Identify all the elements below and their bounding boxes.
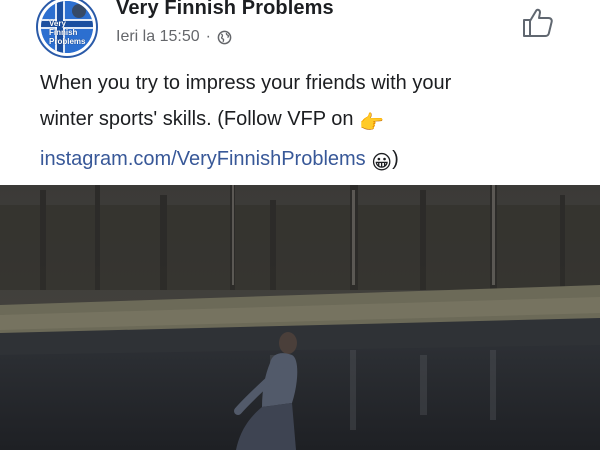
meta-separator: · [205, 28, 211, 45]
facebook-post: Very Finnish Problems Very Finnish Probl… [0, 0, 600, 450]
post-header: Very Finnish Problems Very Finnish Probl… [0, 0, 600, 58]
instagram-link[interactable]: instagram.com/VeryFinnishProblems [40, 148, 366, 170]
post-meta: Ieri la 15:50 · [116, 28, 232, 46]
page-name-link[interactable]: Very Finnish Problems [116, 0, 334, 20]
smiling-face-emoji: 😀 [371, 152, 393, 174]
video-player[interactable] [0, 185, 600, 450]
thumbs-up-icon[interactable] [521, 5, 555, 39]
page-avatar[interactable]: Very Finnish Problems [36, 0, 98, 58]
caption-line-2: winter sports' skills. (Follow VFP on [40, 108, 354, 130]
caption-line-1: When you try to impress your friends wit… [40, 72, 452, 94]
avatar-logo: Very Finnish Problems [41, 1, 93, 53]
pointing-hand-emoji: 👉 [359, 112, 385, 134]
post-timestamp[interactable]: Ieri la 15:50 [116, 28, 200, 46]
caption-close-paren: ) [392, 148, 399, 170]
avatar-logo-text: Very Finnish Problems [49, 19, 86, 46]
video-frame [0, 185, 600, 450]
globe-icon[interactable] [217, 30, 232, 45]
post-caption: When you try to impress your friends wit… [40, 65, 570, 181]
